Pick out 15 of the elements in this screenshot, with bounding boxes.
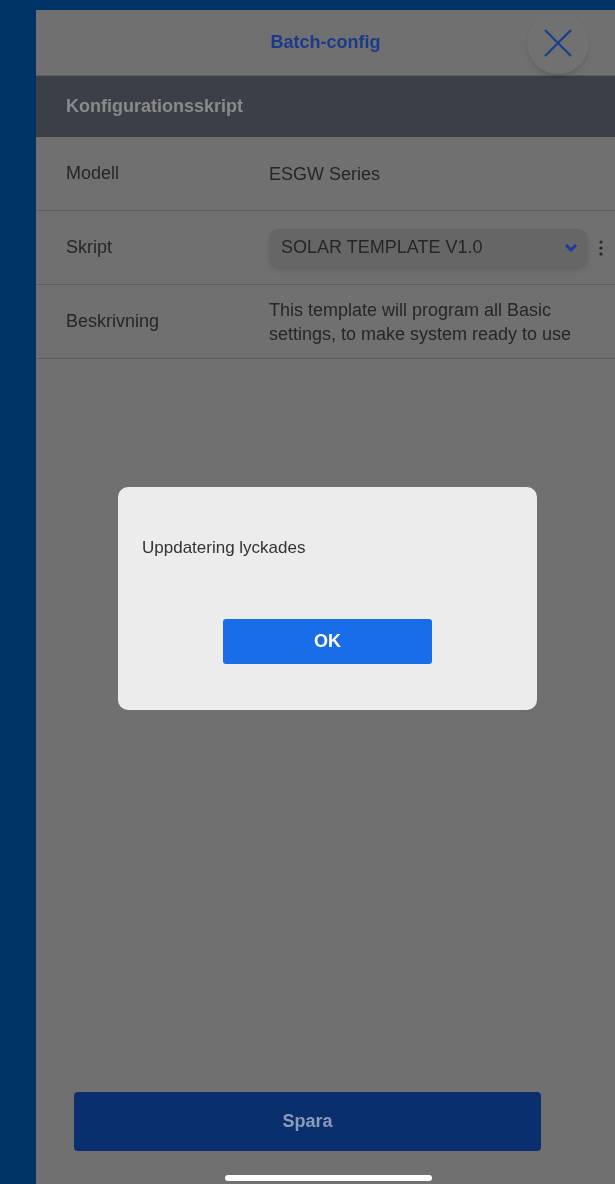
- field-label: Beskrivning: [66, 310, 161, 333]
- field-value: ESGW Series: [269, 162, 382, 186]
- field-value: This template will program all Basic settings, to make system ready to use: [269, 298, 573, 346]
- more-icon[interactable]: [599, 239, 603, 256]
- ok-button[interactable]: OK: [223, 618, 432, 664]
- dropdown-value: SOLAR TEMPLATE V1.0: [281, 236, 483, 259]
- alert-message: Uppdatering lyckades: [142, 537, 307, 559]
- chevron-down-icon: [564, 242, 578, 253]
- script-dropdown[interactable]: SOLAR TEMPLATE V1.0: [269, 228, 588, 267]
- save-button[interactable]: Spara: [74, 1092, 541, 1151]
- section-title: Konfigurationsskript: [66, 95, 243, 118]
- close-icon: [543, 28, 573, 58]
- field-label: Modell: [66, 162, 121, 185]
- field-label: Skript: [66, 236, 113, 259]
- page-title: Batch-config: [270, 31, 381, 54]
